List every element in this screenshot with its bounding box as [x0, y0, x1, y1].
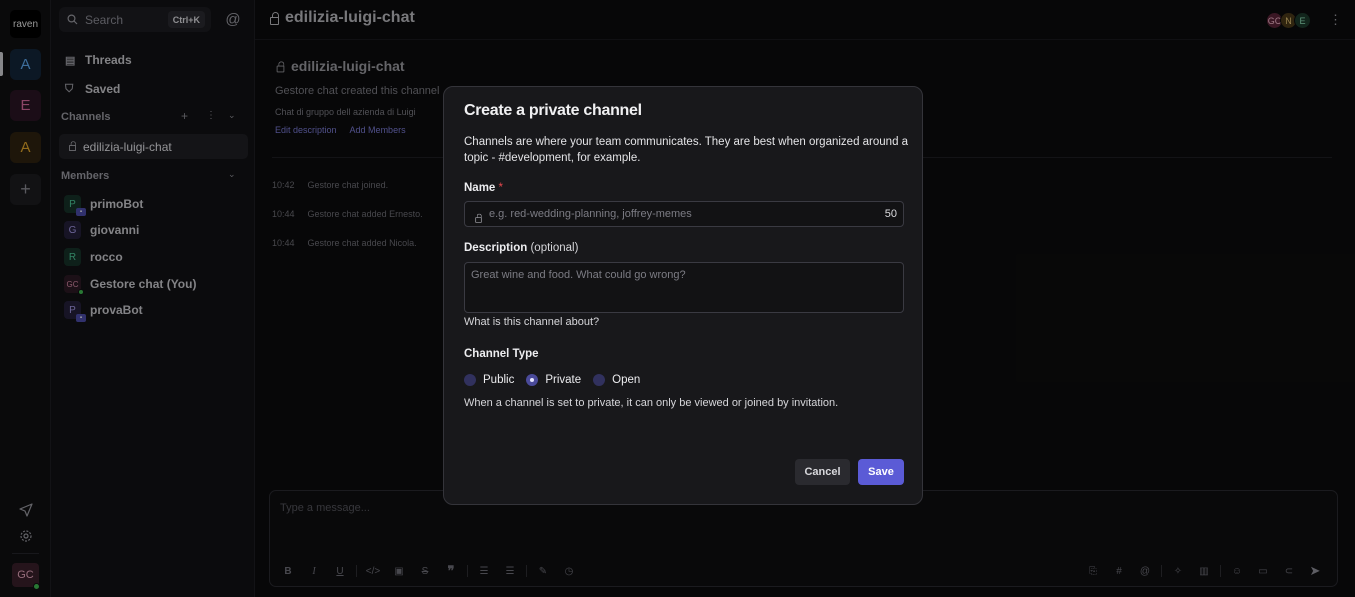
description-label: Description (optional)	[464, 242, 578, 254]
radio-private[interactable]	[526, 374, 539, 386]
channel-type-hint: When a channel is set to private, it can…	[464, 397, 839, 409]
optional-tag: (optional)	[530, 242, 579, 254]
cancel-button[interactable]: Cancel	[795, 459, 850, 485]
description-placeholder: Great wine and food. What could go wrong…	[471, 269, 686, 281]
required-asterisk: *	[498, 182, 504, 194]
radio-private-label[interactable]: Private	[545, 374, 581, 386]
channel-type-label: Channel Type	[464, 348, 539, 360]
radio-public[interactable]	[464, 374, 476, 386]
radio-public-label[interactable]: Public	[483, 374, 514, 386]
description-hint: What is this channel about?	[464, 316, 600, 328]
radio-open-label[interactable]: Open	[612, 374, 640, 386]
app-root: raven A E A + GC Search Ctrl+K @ ▤ Threa…	[0, 0, 1355, 597]
description-label-text: Description	[464, 242, 528, 254]
channel-type-radio-group: Public Private Open	[464, 374, 652, 386]
name-label-text: Name	[464, 182, 496, 194]
create-channel-dialog: Create a private channel Channels are wh…	[443, 86, 923, 505]
channel-description-textarea[interactable]: Great wine and food. What could go wrong…	[464, 262, 904, 313]
channel-name-input[interactable]: e.g. red-wedding-planning, joffrey-memes…	[464, 201, 904, 227]
radio-open[interactable]	[593, 374, 606, 386]
save-button[interactable]: Save	[858, 459, 904, 485]
dialog-title: Create a private channel	[464, 102, 642, 119]
lock-icon	[475, 213, 482, 223]
char-count: 50	[884, 208, 897, 220]
dialog-description: Channels are where your team communicate…	[464, 136, 909, 164]
name-label: Name *	[464, 182, 503, 194]
channel-name-placeholder: e.g. red-wedding-planning, joffrey-memes	[489, 208, 692, 220]
